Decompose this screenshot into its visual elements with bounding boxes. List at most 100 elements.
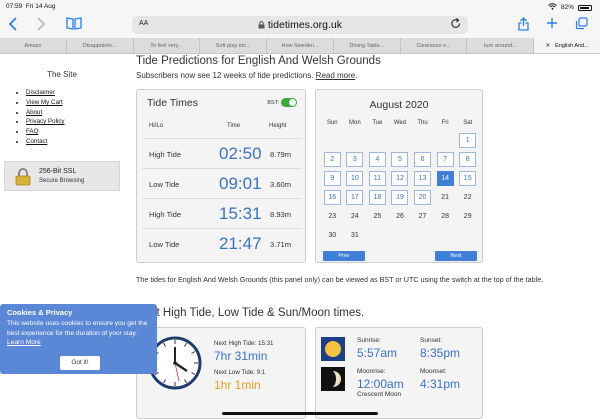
calendar-day-number[interactable]: 2	[323, 152, 341, 167]
tab-how-sweden[interactable]: How Sweden...	[266, 38, 333, 53]
battery-percent: 82%	[560, 4, 574, 11]
calendar-blank	[321, 131, 344, 150]
status-right: 82%	[548, 3, 592, 12]
sidebar-item-about[interactable]: About	[26, 108, 65, 118]
calendar-day-number[interactable]: 18	[368, 190, 386, 205]
calendar-day[interactable]: 17	[344, 188, 367, 207]
calendar-day: 31	[344, 226, 367, 245]
calendar-day[interactable]: 13	[411, 169, 434, 188]
calendar-day-number[interactable]: 7	[436, 152, 454, 167]
calendar-day: 27	[411, 207, 434, 226]
bst-toggle[interactable]	[281, 98, 297, 107]
calendar-day[interactable]: 3	[344, 150, 367, 169]
calendar-day[interactable]: 9	[321, 169, 344, 188]
sunset-value: 8:35pm	[420, 346, 461, 360]
calendar-day-number[interactable]: 14	[436, 171, 454, 186]
sidebar-item-privacy[interactable]: Privacy Policy	[26, 117, 65, 127]
next-month-button[interactable]: Next	[435, 251, 477, 261]
back-button[interactable]	[8, 17, 18, 34]
address-bar[interactable]: AA tidetimes.org.uk	[132, 16, 468, 34]
next-high-tide-countdown: 7hr 31min	[214, 349, 268, 363]
calendar-day[interactable]: 19	[389, 188, 412, 207]
calendar-day[interactable]: 10	[344, 169, 367, 188]
calendar-day[interactable]: 7	[434, 150, 457, 169]
tab-dining-table[interactable]: Dining Table...	[332, 38, 400, 53]
tab-english-and-welsh[interactable]: ✕ English And...	[533, 38, 600, 53]
calendar-day-number[interactable]: 15	[459, 171, 477, 186]
new-tab-button[interactable]	[546, 17, 558, 32]
wifi-icon	[548, 3, 557, 12]
tab-disappointed[interactable]: Disappointe...	[65, 38, 133, 53]
calendar-day-number[interactable]: 20	[414, 190, 432, 205]
calendar-day: 29	[456, 207, 479, 226]
sidebar-item-disclaimer[interactable]: Disclaimer	[26, 88, 65, 98]
calendar-day[interactable]: 16	[321, 188, 344, 207]
calendar-day[interactable]: 11	[366, 169, 389, 188]
reload-button[interactable]	[451, 18, 461, 32]
calendar-day-number[interactable]: 19	[391, 190, 409, 205]
tabs-overview-button[interactable]	[575, 17, 588, 33]
sidebar-title: The Site	[47, 70, 77, 79]
calendar-day[interactable]: 5	[389, 150, 412, 169]
calendar-day-number[interactable]: 5	[391, 152, 409, 167]
sidebar-links: Disclaimer View My Cart About Privacy Po…	[16, 88, 65, 147]
calendar-day-number[interactable]: 16	[323, 190, 341, 205]
cookie-body: This website uses cookies to ensure you …	[7, 320, 148, 346]
calendar-day-number[interactable]: 8	[459, 152, 477, 167]
calendar-day[interactable]: 12	[389, 169, 412, 188]
padlock-icon	[15, 168, 31, 186]
page-subtitle: Subscribers now see 12 weeks of tide pre…	[136, 71, 358, 80]
calendar-day-number[interactable]: 12	[391, 171, 409, 186]
calendar-day[interactable]: 15	[456, 169, 479, 188]
calendar-day[interactable]: 8	[456, 150, 479, 169]
prev-month-button[interactable]: Prev	[323, 251, 365, 261]
calendar-day-number: 27	[418, 213, 427, 220]
calendar-day-number[interactable]: 9	[323, 171, 341, 186]
calendar-day[interactable]: 2	[321, 150, 344, 169]
read-more-link[interactable]: Read more	[316, 71, 356, 80]
sidebar-item-faq[interactable]: FAQ	[26, 127, 65, 137]
share-button[interactable]	[518, 17, 529, 34]
calendar-day-number[interactable]: 3	[346, 152, 364, 167]
calendar-blank	[389, 131, 412, 150]
calendar-day-number[interactable]: 10	[346, 171, 364, 186]
calendar-day: 25	[366, 207, 389, 226]
calendar-day-number[interactable]: 17	[346, 190, 364, 205]
calendar-day-number[interactable]: 4	[368, 152, 386, 167]
tab-turn-around[interactable]: turn around...	[466, 38, 533, 53]
forward-button[interactable]	[36, 17, 46, 34]
calendar-day[interactable]: 18	[366, 188, 389, 207]
calendar-day[interactable]: 4	[366, 150, 389, 169]
moonset-value: 4:31pm	[420, 377, 461, 391]
calendar-day[interactable]: 14	[434, 169, 457, 188]
bookmarks-button[interactable]	[66, 17, 82, 33]
calendar-day[interactable]: 1	[456, 131, 479, 150]
got-it-button[interactable]: Got it!	[60, 356, 100, 370]
calendar-day-number: 31	[350, 232, 359, 239]
next-high-tide-label: Next High Tide: 15:31	[214, 340, 274, 347]
calendar-day-number[interactable]: 13	[414, 171, 432, 186]
moonrise-value: 12:00am	[357, 377, 404, 391]
calendar-blank	[434, 131, 457, 150]
close-icon[interactable]: ✕	[546, 43, 551, 49]
status-bar: 07:59 Fri 14 Aug 82%	[0, 0, 600, 12]
tab-soft-play[interactable]: Soft play etc...	[199, 38, 266, 53]
tab-amazon[interactable]: Amazo	[0, 38, 66, 53]
calendar-day-number[interactable]: 1	[459, 133, 477, 148]
calendar-day-number[interactable]: 6	[414, 152, 432, 167]
sunset-label: Sunset:	[420, 337, 443, 344]
calendar-day: 24	[344, 207, 367, 226]
learn-more-link[interactable]: Learn More	[7, 339, 41, 346]
calendar-day[interactable]: 6	[411, 150, 434, 169]
sidebar-item-view-cart[interactable]: View My Cart	[26, 98, 65, 108]
home-indicator	[222, 412, 378, 415]
calendar-day-number: 24	[350, 213, 359, 220]
sidebar-item-contact[interactable]: Contact	[26, 137, 65, 147]
calendar-day[interactable]: 20	[411, 188, 434, 207]
tab-clearance[interactable]: Clearance o...	[399, 38, 467, 53]
calendar-day-number: 26	[396, 213, 404, 220]
calendar-day-number[interactable]: 11	[368, 171, 386, 186]
description-text: The tides for English And Welsh Grounds …	[136, 275, 544, 284]
calendar-day: 30	[321, 226, 344, 245]
tab-to-feel-very[interactable]: To feel very...	[132, 38, 200, 53]
